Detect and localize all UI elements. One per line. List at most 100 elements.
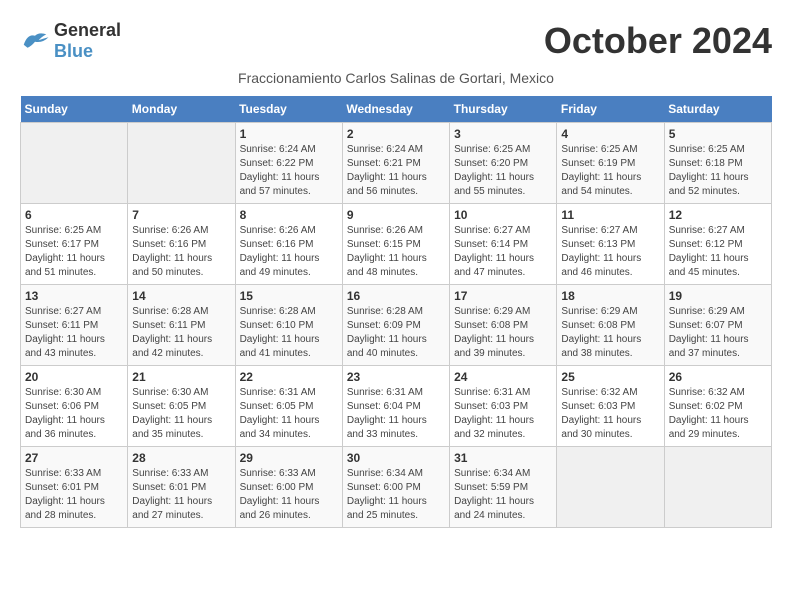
calendar-cell: 5 Sunrise: 6:25 AM Sunset: 6:18 PM Dayli…	[664, 123, 771, 204]
sunrise-text: Sunrise: 6:32 AM	[669, 387, 745, 398]
day-info: Sunrise: 6:34 AM Sunset: 5:59 PM Dayligh…	[454, 467, 552, 523]
sunset-text: Sunset: 6:10 PM	[240, 320, 314, 331]
daylight-text: Daylight: 11 hours and 25 minutes.	[347, 496, 427, 521]
sunset-text: Sunset: 6:03 PM	[454, 401, 528, 412]
day-number: 21	[132, 370, 230, 384]
sunrise-text: Sunrise: 6:27 AM	[454, 225, 530, 236]
sunset-text: Sunset: 6:19 PM	[561, 158, 635, 169]
sunrise-text: Sunrise: 6:31 AM	[347, 387, 423, 398]
day-number: 18	[561, 289, 659, 303]
daylight-text: Daylight: 11 hours and 50 minutes.	[132, 253, 212, 278]
calendar-subtitle: Fraccionamiento Carlos Salinas de Gortar…	[20, 70, 772, 86]
sunrise-text: Sunrise: 6:33 AM	[132, 468, 208, 479]
daylight-text: Daylight: 11 hours and 54 minutes.	[561, 172, 641, 197]
calendar-cell: 16 Sunrise: 6:28 AM Sunset: 6:09 PM Dayl…	[342, 285, 449, 366]
day-number: 3	[454, 127, 552, 141]
calendar-cell: 6 Sunrise: 6:25 AM Sunset: 6:17 PM Dayli…	[21, 204, 128, 285]
day-number: 2	[347, 127, 445, 141]
sunset-text: Sunset: 6:20 PM	[454, 158, 528, 169]
sunset-text: Sunset: 6:16 PM	[240, 239, 314, 250]
daylight-text: Daylight: 11 hours and 24 minutes.	[454, 496, 534, 521]
header-cell-thursday: Thursday	[450, 96, 557, 123]
calendar-cell: 15 Sunrise: 6:28 AM Sunset: 6:10 PM Dayl…	[235, 285, 342, 366]
sunset-text: Sunset: 6:17 PM	[25, 239, 99, 250]
sunset-text: Sunset: 6:11 PM	[25, 320, 98, 331]
day-info: Sunrise: 6:33 AM Sunset: 6:01 PM Dayligh…	[132, 467, 230, 523]
calendar-cell: 11 Sunrise: 6:27 AM Sunset: 6:13 PM Dayl…	[557, 204, 664, 285]
day-number: 15	[240, 289, 338, 303]
sunrise-text: Sunrise: 6:30 AM	[132, 387, 208, 398]
sunrise-text: Sunrise: 6:26 AM	[240, 225, 316, 236]
sunset-text: Sunset: 6:15 PM	[347, 239, 421, 250]
daylight-text: Daylight: 11 hours and 38 minutes.	[561, 334, 641, 359]
day-info: Sunrise: 6:26 AM Sunset: 6:15 PM Dayligh…	[347, 224, 445, 280]
calendar-cell: 3 Sunrise: 6:25 AM Sunset: 6:20 PM Dayli…	[450, 123, 557, 204]
day-number: 9	[347, 208, 445, 222]
calendar-cell: 29 Sunrise: 6:33 AM Sunset: 6:00 PM Dayl…	[235, 447, 342, 528]
sunrise-text: Sunrise: 6:32 AM	[561, 387, 637, 398]
day-number: 20	[25, 370, 123, 384]
calendar-cell: 9 Sunrise: 6:26 AM Sunset: 6:15 PM Dayli…	[342, 204, 449, 285]
sunrise-text: Sunrise: 6:29 AM	[561, 306, 637, 317]
sunset-text: Sunset: 6:12 PM	[669, 239, 743, 250]
daylight-text: Daylight: 11 hours and 34 minutes.	[240, 415, 320, 440]
calendar-cell: 13 Sunrise: 6:27 AM Sunset: 6:11 PM Dayl…	[21, 285, 128, 366]
sunset-text: Sunset: 6:07 PM	[669, 320, 743, 331]
calendar-cell: 17 Sunrise: 6:29 AM Sunset: 6:08 PM Dayl…	[450, 285, 557, 366]
sunrise-text: Sunrise: 6:27 AM	[25, 306, 101, 317]
header-cell-wednesday: Wednesday	[342, 96, 449, 123]
daylight-text: Daylight: 11 hours and 27 minutes.	[132, 496, 212, 521]
day-number: 27	[25, 451, 123, 465]
day-number: 28	[132, 451, 230, 465]
day-info: Sunrise: 6:27 AM Sunset: 6:13 PM Dayligh…	[561, 224, 659, 280]
day-info: Sunrise: 6:24 AM Sunset: 6:21 PM Dayligh…	[347, 143, 445, 199]
sunrise-text: Sunrise: 6:33 AM	[25, 468, 101, 479]
daylight-text: Daylight: 11 hours and 36 minutes.	[25, 415, 105, 440]
sunset-text: Sunset: 6:00 PM	[347, 482, 421, 493]
day-number: 14	[132, 289, 230, 303]
day-info: Sunrise: 6:30 AM Sunset: 6:05 PM Dayligh…	[132, 386, 230, 442]
day-info: Sunrise: 6:31 AM Sunset: 6:04 PM Dayligh…	[347, 386, 445, 442]
calendar-cell: 26 Sunrise: 6:32 AM Sunset: 6:02 PM Dayl…	[664, 366, 771, 447]
sunset-text: Sunset: 6:11 PM	[132, 320, 205, 331]
daylight-text: Daylight: 11 hours and 35 minutes.	[132, 415, 212, 440]
daylight-text: Daylight: 11 hours and 40 minutes.	[347, 334, 427, 359]
sunrise-text: Sunrise: 6:27 AM	[561, 225, 637, 236]
daylight-text: Daylight: 11 hours and 33 minutes.	[347, 415, 427, 440]
daylight-text: Daylight: 11 hours and 47 minutes.	[454, 253, 534, 278]
calendar-cell: 21 Sunrise: 6:30 AM Sunset: 6:05 PM Dayl…	[128, 366, 235, 447]
day-number: 31	[454, 451, 552, 465]
sunrise-text: Sunrise: 6:28 AM	[240, 306, 316, 317]
daylight-text: Daylight: 11 hours and 51 minutes.	[25, 253, 105, 278]
sunrise-text: Sunrise: 6:26 AM	[347, 225, 423, 236]
daylight-text: Daylight: 11 hours and 56 minutes.	[347, 172, 427, 197]
sunset-text: Sunset: 6:05 PM	[132, 401, 206, 412]
day-number: 5	[669, 127, 767, 141]
daylight-text: Daylight: 11 hours and 30 minutes.	[561, 415, 641, 440]
day-number: 19	[669, 289, 767, 303]
sunset-text: Sunset: 6:01 PM	[132, 482, 206, 493]
day-info: Sunrise: 6:32 AM Sunset: 6:03 PM Dayligh…	[561, 386, 659, 442]
sunset-text: Sunset: 6:13 PM	[561, 239, 635, 250]
day-number: 25	[561, 370, 659, 384]
calendar-cell	[128, 123, 235, 204]
calendar-cell: 8 Sunrise: 6:26 AM Sunset: 6:16 PM Dayli…	[235, 204, 342, 285]
calendar-cell: 20 Sunrise: 6:30 AM Sunset: 6:06 PM Dayl…	[21, 366, 128, 447]
daylight-text: Daylight: 11 hours and 29 minutes.	[669, 415, 749, 440]
header-cell-saturday: Saturday	[664, 96, 771, 123]
sunrise-text: Sunrise: 6:28 AM	[132, 306, 208, 317]
calendar-cell: 14 Sunrise: 6:28 AM Sunset: 6:11 PM Dayl…	[128, 285, 235, 366]
day-info: Sunrise: 6:33 AM Sunset: 6:00 PM Dayligh…	[240, 467, 338, 523]
day-info: Sunrise: 6:24 AM Sunset: 6:22 PM Dayligh…	[240, 143, 338, 199]
day-info: Sunrise: 6:29 AM Sunset: 6:08 PM Dayligh…	[561, 305, 659, 361]
sunset-text: Sunset: 6:00 PM	[240, 482, 314, 493]
header-cell-tuesday: Tuesday	[235, 96, 342, 123]
daylight-text: Daylight: 11 hours and 43 minutes.	[25, 334, 105, 359]
sunrise-text: Sunrise: 6:24 AM	[347, 144, 423, 155]
calendar-cell	[557, 447, 664, 528]
calendar-week-row: 13 Sunrise: 6:27 AM Sunset: 6:11 PM Dayl…	[21, 285, 772, 366]
day-number: 26	[669, 370, 767, 384]
calendar-cell: 12 Sunrise: 6:27 AM Sunset: 6:12 PM Dayl…	[664, 204, 771, 285]
calendar-cell: 2 Sunrise: 6:24 AM Sunset: 6:21 PM Dayli…	[342, 123, 449, 204]
sunrise-text: Sunrise: 6:29 AM	[454, 306, 530, 317]
